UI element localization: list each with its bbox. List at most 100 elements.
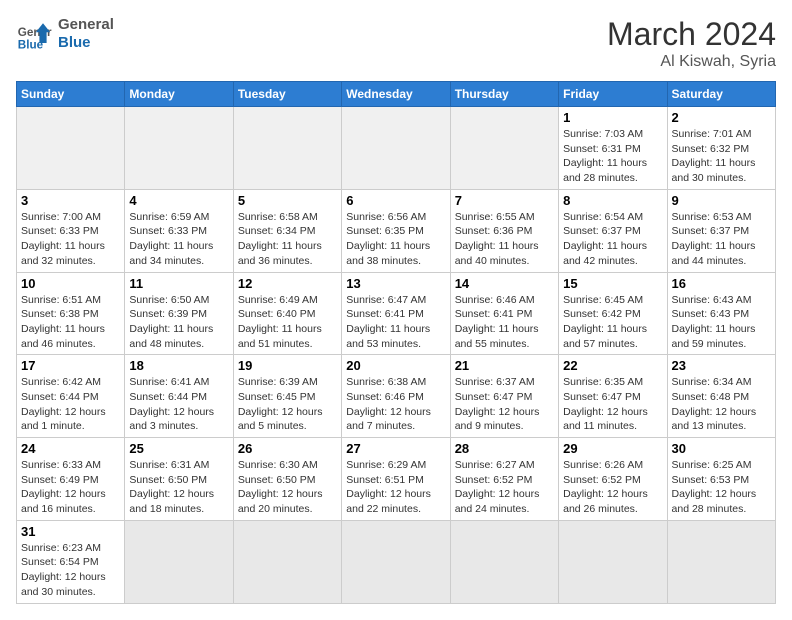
week-row-5: 31Sunrise: 6:23 AMSunset: 6:54 PMDayligh…	[17, 520, 776, 603]
calendar-cell: 1 Sunrise: 7:03 AMSunset: 6:31 PMDaylight…	[559, 107, 667, 190]
calendar-cell: 20 Sunrise: 6:38 AMSunset: 6:46 PMDayligh…	[342, 355, 450, 438]
logo: General Blue General Blue	[16, 16, 114, 52]
day-info: Sunrise: 6:41 AMSunset: 6:44 PMDaylight:…	[129, 375, 228, 434]
day-number: 3	[21, 193, 120, 208]
calendar-cell: 4Sunrise: 6:59 AMSunset: 6:33 PMDaylight…	[125, 189, 233, 272]
logo-blue: Blue	[58, 34, 114, 52]
week-row-1: 3Sunrise: 7:00 AMSunset: 6:33 PMDaylight…	[17, 189, 776, 272]
calendar-cell: 16Sunrise: 6:43 AMSunset: 6:43 PMDayligh…	[667, 272, 775, 355]
calendar-cell: 8 Sunrise: 6:54 AMSunset: 6:37 PMDaylight…	[559, 189, 667, 272]
calendar-cell	[559, 520, 667, 603]
calendar-cell	[342, 107, 450, 190]
calendar-cell	[17, 107, 125, 190]
day-info: Sunrise: 6:30 AMSunset: 6:50 PMDaylight:…	[238, 458, 337, 517]
day-info: Sunrise: 6:31 AMSunset: 6:50 PMDaylight:…	[129, 458, 228, 517]
column-header-monday: Monday	[125, 82, 233, 107]
day-info: Sunrise: 6:51 AMSunset: 6:38 PMDaylight:…	[21, 293, 120, 352]
calendar-cell: 2 Sunrise: 7:01 AMSunset: 6:32 PMDaylight…	[667, 107, 775, 190]
calendar: SundayMondayTuesdayWednesdayThursdayFrid…	[16, 81, 776, 604]
svg-text:General: General	[18, 26, 52, 39]
calendar-cell: 27 Sunrise: 6:29 AMSunset: 6:51 PMDayligh…	[342, 438, 450, 521]
calendar-cell: 5 Sunrise: 6:58 AMSunset: 6:34 PMDaylight…	[233, 189, 341, 272]
day-info: Sunrise: 6:39 AMSunset: 6:45 PMDaylight:…	[238, 375, 337, 434]
location: Al Kiswah, Syria	[607, 53, 776, 71]
day-number: 28	[455, 441, 554, 456]
calendar-cell: 22Sunrise: 6:35 AMSunset: 6:47 PMDayligh…	[559, 355, 667, 438]
day-number: 13	[346, 276, 445, 291]
calendar-cell: 17 Sunrise: 6:42 AMSunset: 6:44 PMDayligh…	[17, 355, 125, 438]
calendar-cell: 28 Sunrise: 6:27 AMSunset: 6:52 PMDayligh…	[450, 438, 558, 521]
column-header-wednesday: Wednesday	[342, 82, 450, 107]
calendar-cell: 3Sunrise: 7:00 AMSunset: 6:33 PMDaylight…	[17, 189, 125, 272]
day-info: Sunrise: 6:49 AMSunset: 6:40 PMDaylight:…	[238, 293, 337, 352]
day-number: 17	[21, 358, 120, 373]
day-number: 12	[238, 276, 337, 291]
logo-general: General	[58, 16, 114, 34]
column-header-tuesday: Tuesday	[233, 82, 341, 107]
calendar-cell: 14 Sunrise: 6:46 AMSunset: 6:41 PMDayligh…	[450, 272, 558, 355]
day-info: Sunrise: 6:33 AMSunset: 6:49 PMDaylight:…	[21, 458, 120, 517]
day-info: Sunrise: 6:54 AMSunset: 6:37 PMDaylight:…	[563, 210, 662, 269]
day-info: Sunrise: 6:27 AMSunset: 6:52 PMDaylight:…	[455, 458, 554, 517]
calendar-cell: 21Sunrise: 6:37 AMSunset: 6:47 PMDayligh…	[450, 355, 558, 438]
calendar-cell: 18 Sunrise: 6:41 AMSunset: 6:44 PMDayligh…	[125, 355, 233, 438]
calendar-cell: 23Sunrise: 6:34 AMSunset: 6:48 PMDayligh…	[667, 355, 775, 438]
day-info: Sunrise: 6:55 AMSunset: 6:36 PMDaylight:…	[455, 210, 554, 269]
day-number: 22	[563, 358, 662, 373]
logo-icon: General Blue	[16, 16, 52, 52]
calendar-cell	[125, 107, 233, 190]
calendar-cell	[342, 520, 450, 603]
day-info: Sunrise: 6:58 AMSunset: 6:34 PMDaylight:…	[238, 210, 337, 269]
day-info: Sunrise: 6:38 AMSunset: 6:46 PMDaylight:…	[346, 375, 445, 434]
week-row-3: 17 Sunrise: 6:42 AMSunset: 6:44 PMDayligh…	[17, 355, 776, 438]
calendar-cell: 7 Sunrise: 6:55 AMSunset: 6:36 PMDaylight…	[450, 189, 558, 272]
day-number: 8	[563, 193, 662, 208]
day-number: 6	[346, 193, 445, 208]
day-info: Sunrise: 6:42 AMSunset: 6:44 PMDaylight:…	[21, 375, 120, 434]
day-info: Sunrise: 6:59 AMSunset: 6:33 PMDaylight:…	[129, 210, 228, 269]
calendar-cell: 9Sunrise: 6:53 AMSunset: 6:37 PMDaylight…	[667, 189, 775, 272]
day-info: Sunrise: 7:01 AMSunset: 6:32 PMDaylight:…	[672, 127, 771, 186]
calendar-cell	[233, 520, 341, 603]
week-row-4: 24 Sunrise: 6:33 AMSunset: 6:49 PMDayligh…	[17, 438, 776, 521]
day-number: 24	[21, 441, 120, 456]
calendar-cell: 6Sunrise: 6:56 AMSunset: 6:35 PMDaylight…	[342, 189, 450, 272]
calendar-cell: 31Sunrise: 6:23 AMSunset: 6:54 PMDayligh…	[17, 520, 125, 603]
day-number: 27	[346, 441, 445, 456]
day-info: Sunrise: 6:46 AMSunset: 6:41 PMDaylight:…	[455, 293, 554, 352]
day-info: Sunrise: 6:23 AMSunset: 6:54 PMDaylight:…	[21, 541, 120, 600]
day-info: Sunrise: 6:29 AMSunset: 6:51 PMDaylight:…	[346, 458, 445, 517]
month-title: March 2024	[607, 16, 776, 53]
day-number: 30	[672, 441, 771, 456]
day-number: 1	[563, 110, 662, 125]
calendar-cell: 12 Sunrise: 6:49 AMSunset: 6:40 PMDayligh…	[233, 272, 341, 355]
week-row-0: 1 Sunrise: 7:03 AMSunset: 6:31 PMDaylight…	[17, 107, 776, 190]
calendar-cell	[450, 107, 558, 190]
day-number: 20	[346, 358, 445, 373]
calendar-cell	[125, 520, 233, 603]
day-number: 9	[672, 193, 771, 208]
calendar-cell: 25 Sunrise: 6:31 AMSunset: 6:50 PMDayligh…	[125, 438, 233, 521]
day-info: Sunrise: 6:50 AMSunset: 6:39 PMDaylight:…	[129, 293, 228, 352]
day-number: 26	[238, 441, 337, 456]
calendar-cell: 13 Sunrise: 6:47 AMSunset: 6:41 PMDayligh…	[342, 272, 450, 355]
column-header-sunday: Sunday	[17, 82, 125, 107]
day-number: 5	[238, 193, 337, 208]
day-number: 25	[129, 441, 228, 456]
day-number: 21	[455, 358, 554, 373]
day-number: 29	[563, 441, 662, 456]
title-area: March 2024 Al Kiswah, Syria	[607, 16, 776, 71]
calendar-cell	[450, 520, 558, 603]
day-number: 15	[563, 276, 662, 291]
calendar-cell: 29Sunrise: 6:26 AMSunset: 6:52 PMDayligh…	[559, 438, 667, 521]
week-row-2: 10Sunrise: 6:51 AMSunset: 6:38 PMDayligh…	[17, 272, 776, 355]
day-info: Sunrise: 6:43 AMSunset: 6:43 PMDaylight:…	[672, 293, 771, 352]
calendar-cell	[233, 107, 341, 190]
day-number: 23	[672, 358, 771, 373]
day-info: Sunrise: 7:03 AMSunset: 6:31 PMDaylight:…	[563, 127, 662, 186]
day-number: 18	[129, 358, 228, 373]
day-number: 2	[672, 110, 771, 125]
day-info: Sunrise: 6:47 AMSunset: 6:41 PMDaylight:…	[346, 293, 445, 352]
day-number: 14	[455, 276, 554, 291]
day-number: 7	[455, 193, 554, 208]
